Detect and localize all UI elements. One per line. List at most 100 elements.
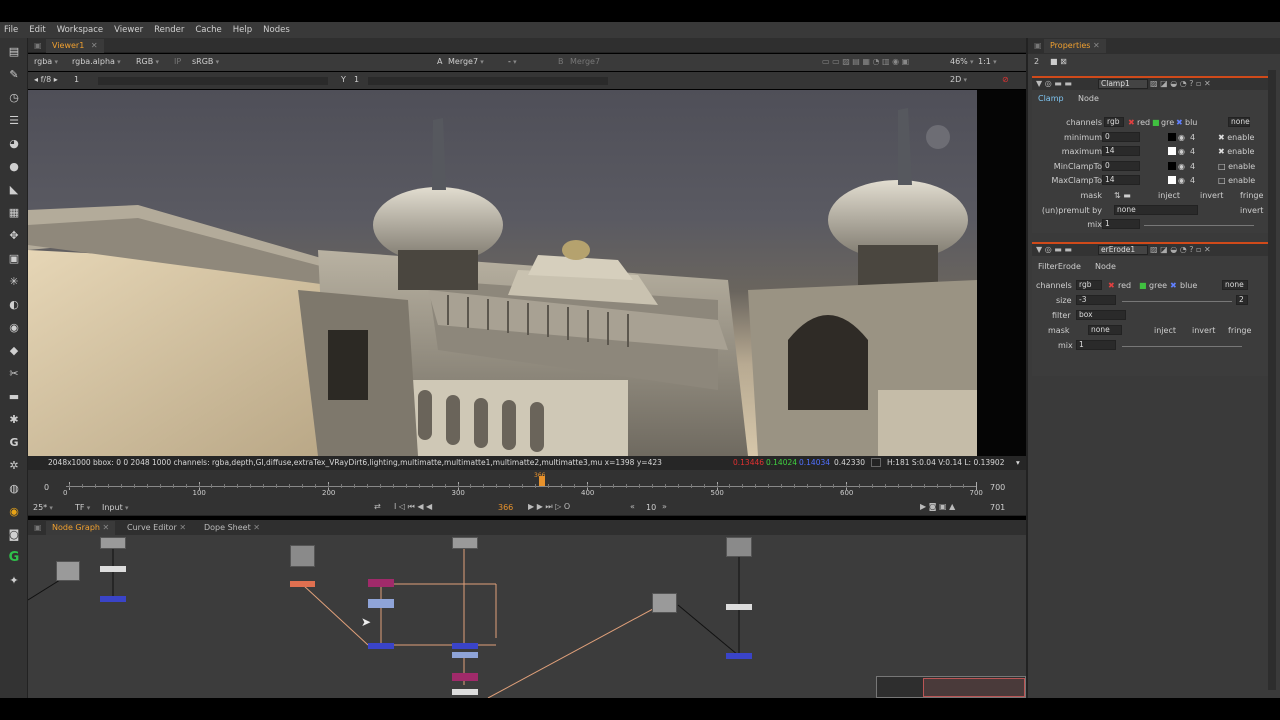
step-forward-icon[interactable]: »: [662, 502, 667, 511]
channel-count-button[interactable]: 4: [1190, 162, 1195, 171]
clamp-value-field[interactable]: 14: [1102, 175, 1140, 186]
red-checkbox[interactable]: ✖: [1108, 281, 1115, 290]
minimap-viewport[interactable]: [923, 678, 1025, 697]
blue-checkbox[interactable]: ✖: [1170, 281, 1177, 290]
tab-dope-sheet[interactable]: Dope Sheet ✕: [198, 521, 266, 535]
enable-checkbox[interactable]: ✖ enable: [1218, 133, 1254, 142]
time-icon[interactable]: ◷: [5, 88, 23, 106]
merge-icon[interactable]: ▦: [5, 203, 23, 221]
blur-node[interactable]: [452, 643, 478, 649]
gizmo-g-icon[interactable]: G: [5, 433, 23, 451]
panel-tool-icons[interactable]: ▨ ◪ ◒ ◔ ? ▫ ✕: [1150, 79, 1211, 88]
tab-filtererode[interactable]: FilterErode: [1038, 262, 1081, 271]
color-swatch[interactable]: [1168, 147, 1176, 156]
compare-op-dropdown[interactable]: -: [508, 57, 517, 66]
step-field[interactable]: 10: [646, 503, 656, 512]
fps-dropdown[interactable]: 25*: [33, 503, 53, 512]
clamp-channels-dropdown[interactable]: rgb: [1104, 117, 1124, 127]
menu-cache[interactable]: Cache: [195, 25, 221, 35]
tab-node-graph[interactable]: Node Graph ✕: [46, 521, 116, 535]
channel-count-button[interactable]: 4: [1190, 176, 1195, 185]
inject-label[interactable]: inject: [1154, 326, 1176, 335]
tab-node[interactable]: Node: [1095, 262, 1116, 271]
particles-icon[interactable]: ✳: [5, 272, 23, 290]
mask-input-icon[interactable]: ⇅ ▬: [1114, 191, 1131, 200]
invert-label[interactable]: invert: [1192, 326, 1215, 335]
timeline-start[interactable]: 0: [44, 483, 49, 492]
ip-button[interactable]: IP: [174, 57, 181, 66]
read-node[interactable]: [452, 537, 478, 549]
invert-label[interactable]: invert: [1240, 206, 1263, 215]
blur-node[interactable]: [100, 596, 126, 602]
gain-value[interactable]: 1: [74, 75, 79, 84]
erode-channels-dropdown[interactable]: rgb: [1076, 280, 1102, 290]
last-frame-field[interactable]: 701: [990, 503, 1005, 512]
size-view-button[interactable]: 2: [1236, 295, 1248, 305]
draw-icon[interactable]: ✎: [5, 65, 23, 83]
size-field[interactable]: -3: [1076, 295, 1116, 305]
read-node[interactable]: [652, 593, 677, 613]
transform-icon[interactable]: ✥: [5, 226, 23, 244]
premult-dropdown[interactable]: none: [1114, 204, 1198, 215]
merge-node[interactable]: [452, 673, 478, 681]
keyer-icon[interactable]: ◣: [5, 180, 23, 198]
ratio-dropdown[interactable]: 1:1: [978, 57, 997, 66]
stop-render-icon[interactable]: ⊘: [1002, 75, 1009, 84]
read-node-thumbnail[interactable]: [726, 537, 752, 557]
enable-checkbox[interactable]: ✖ enable: [1218, 147, 1254, 156]
filter-icon[interactable]: ●: [5, 157, 23, 175]
menu-viewer[interactable]: Viewer: [114, 25, 143, 35]
color-wheel-icon[interactable]: ◉: [1178, 147, 1185, 156]
color-wheel-icon[interactable]: ◉: [1178, 133, 1185, 142]
clamp-value-field[interactable]: 0: [1102, 160, 1140, 171]
deep-icon[interactable]: ◐: [5, 295, 23, 313]
menu-render[interactable]: Render: [154, 25, 184, 35]
merge-node[interactable]: [368, 579, 394, 587]
gamma-slider[interactable]: [368, 77, 608, 85]
clamp-name-field[interactable]: Clamp1: [1098, 79, 1148, 89]
read-node[interactable]: [56, 561, 80, 581]
furnace-icon[interactable]: ✱: [5, 410, 23, 428]
plugin-icon[interactable]: ◍: [5, 479, 23, 497]
viewer-tools-icons[interactable]: ▭ ▭ ▨ ▤ ▦ ◔ ▥ ◉ ▣: [822, 57, 909, 66]
close-icon[interactable]: ✕: [253, 523, 260, 532]
alpha-dropdown[interactable]: none: [1228, 117, 1250, 127]
channel-icon[interactable]: ☰: [5, 111, 23, 129]
gain-slider[interactable]: [98, 77, 328, 85]
blue-checkbox[interactable]: ✖: [1176, 118, 1183, 127]
mix-slider[interactable]: [1122, 346, 1242, 347]
dot-node[interactable]: [100, 566, 126, 572]
node-graph-minimap[interactable]: [876, 676, 1026, 698]
invert-label[interactable]: invert: [1200, 191, 1223, 200]
dot-node[interactable]: [452, 689, 478, 695]
other-icon[interactable]: ▬: [5, 387, 23, 405]
info-expand-icon[interactable]: ▾: [1016, 458, 1020, 467]
views-icon[interactable]: ◉: [5, 318, 23, 336]
max-panels-field[interactable]: 2: [1034, 57, 1039, 66]
metadata-icon[interactable]: ◆: [5, 341, 23, 359]
flipbook-icons[interactable]: ▶ ◙ ▣ ▲: [920, 502, 955, 511]
channels-dropdown[interactable]: rgba: [34, 57, 58, 66]
viewer-canvas[interactable]: [28, 90, 1026, 456]
tab-clamp[interactable]: Clamp: [1038, 94, 1064, 103]
fringe-label[interactable]: fringe: [1240, 191, 1263, 200]
erode-name-field[interactable]: erErode1: [1098, 245, 1148, 255]
size-slider[interactable]: [1122, 301, 1232, 302]
channel-count-button[interactable]: 4: [1190, 133, 1195, 142]
mask-dropdown[interactable]: none: [1088, 325, 1122, 335]
range-dropdown[interactable]: Input: [102, 503, 128, 512]
clamp-value-field[interactable]: 0: [1102, 131, 1140, 142]
view-mode-dropdown[interactable]: 2D: [950, 75, 967, 84]
color-swatch[interactable]: [1168, 161, 1176, 170]
timeline[interactable]: 0 0 100 200 300 400 500 600 700 700 366: [28, 470, 1026, 500]
step-back-icon[interactable]: «: [630, 502, 635, 511]
pane-menu-icon[interactable]: ▣: [28, 521, 46, 535]
lock-icon[interactable]: ■ ⊠: [1050, 57, 1067, 66]
color-icon[interactable]: ◕: [5, 134, 23, 152]
ofx-icon[interactable]: ✲: [5, 456, 23, 474]
mix-field[interactable]: 1: [1102, 219, 1140, 230]
loop-icon[interactable]: ⇄: [374, 502, 381, 511]
script-icon[interactable]: ✦: [5, 571, 23, 589]
fringe-label[interactable]: fringe: [1228, 326, 1251, 335]
display-dropdown[interactable]: RGB: [136, 57, 159, 66]
